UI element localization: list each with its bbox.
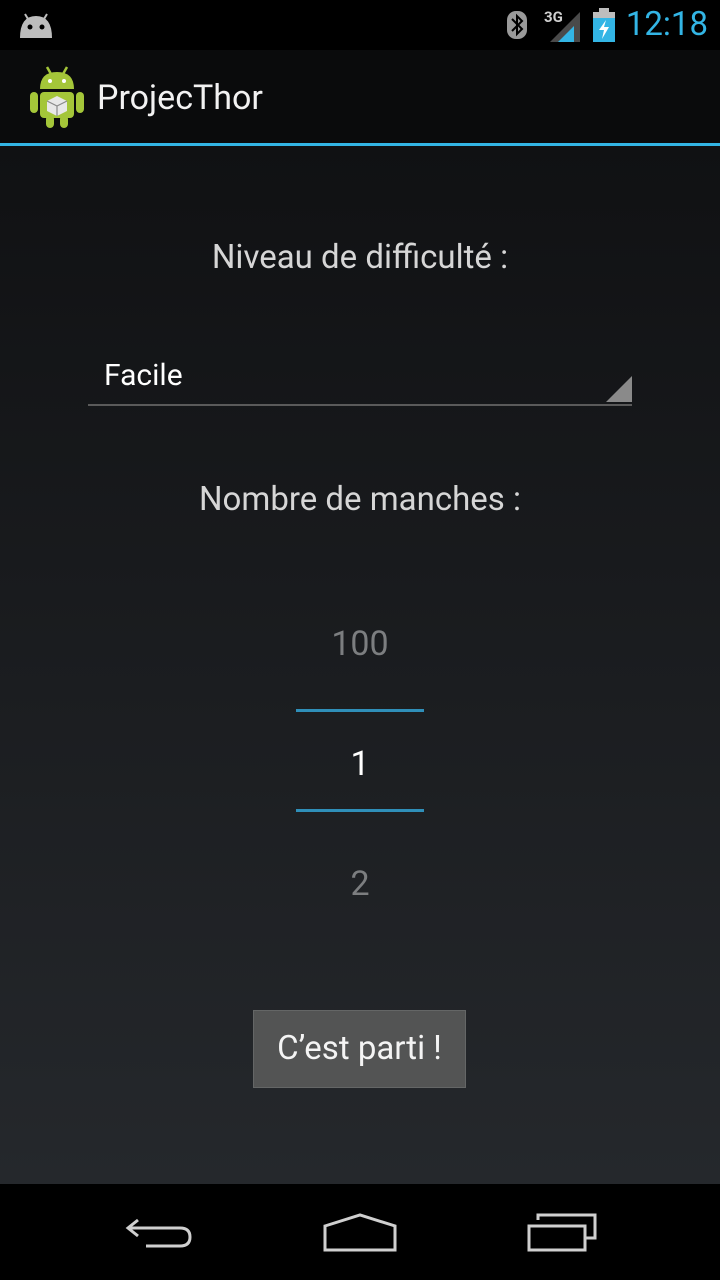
difficulty-spinner[interactable]: Facile — [88, 350, 632, 406]
status-bar: 3G 12:18 — [0, 0, 720, 50]
app-title: ProjecThor — [97, 78, 263, 118]
difficulty-selected-value: Facile — [104, 358, 183, 393]
picker-current-value[interactable]: 1 — [0, 744, 720, 784]
recent-apps-icon[interactable] — [526, 1212, 598, 1254]
start-button[interactable]: C’est parti ! — [253, 1010, 466, 1088]
signal-icon — [550, 12, 580, 42]
picker-next-value[interactable]: 2 — [0, 864, 720, 904]
android-notification-icon — [20, 13, 52, 38]
home-icon[interactable] — [322, 1212, 398, 1254]
battery-charging-icon — [593, 8, 615, 42]
main-content: Niveau de difficulté : Facile Nombre de … — [0, 146, 720, 1184]
picker-prev-value[interactable]: 100 — [0, 624, 720, 664]
picker-divider-bottom — [296, 809, 424, 812]
android-robot-icon — [30, 66, 84, 128]
action-bar: ProjecThor — [0, 50, 720, 146]
spinner-arrow-icon — [606, 376, 632, 402]
rounds-label: Nombre de manches : — [199, 480, 521, 519]
status-clock: 12:18 — [625, 5, 708, 44]
navigation-bar — [0, 1184, 720, 1280]
picker-divider-top — [296, 709, 424, 712]
back-icon[interactable] — [124, 1212, 196, 1252]
bluetooth-icon — [507, 11, 527, 39]
difficulty-label: Niveau de difficulté : — [211, 238, 509, 277]
